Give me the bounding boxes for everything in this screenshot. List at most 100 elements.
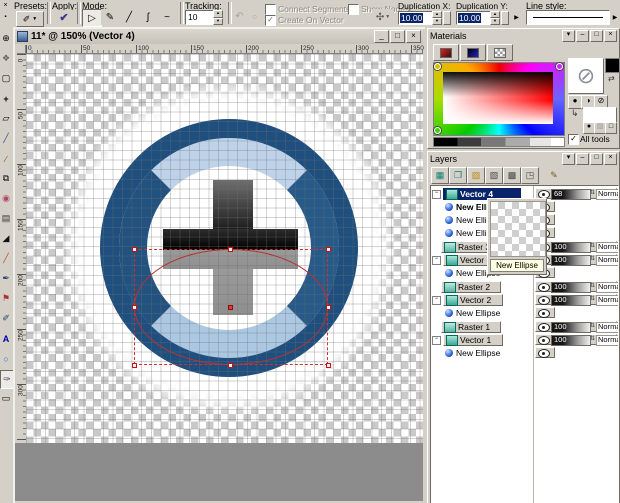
edit-selection-button[interactable]: ✎ xyxy=(545,167,563,184)
tool-preset-shapes[interactable]: ○ xyxy=(0,350,12,367)
transform-nodes-button[interactable]: ✣ ▼ xyxy=(372,9,394,25)
visibility-eye-icon[interactable] xyxy=(538,283,550,292)
pin-icon[interactable]: ▾ xyxy=(562,152,575,165)
layers-titlebar[interactable]: Layers ▾ – □ × xyxy=(428,152,619,165)
opacity-slider[interactable]: 100 xyxy=(551,295,591,306)
grayscale-strip[interactable] xyxy=(433,137,565,147)
swap-colors-icon[interactable]: ⇄ xyxy=(608,74,615,83)
spin-down-icon[interactable]: ▼ xyxy=(432,18,442,25)
collapse-expander-icon[interactable]: − xyxy=(432,189,441,199)
mode-line-button[interactable]: ╱ xyxy=(120,9,138,25)
visibility-eye-icon[interactable] xyxy=(538,309,550,318)
layer-row-new-ellipse[interactable]: New Ellipse xyxy=(431,347,618,359)
tab-swatches[interactable] xyxy=(487,44,513,61)
opacity-slider[interactable]: 100 xyxy=(551,322,591,333)
tool-zoom[interactable]: ⊕ xyxy=(0,30,12,47)
node-top-right[interactable] xyxy=(326,247,331,252)
materials-titlebar[interactable]: Materials ▾ – □ × xyxy=(428,29,619,42)
tool-object-selector[interactable]: ▭ xyxy=(0,390,12,407)
connect-segments-checkbox[interactable] xyxy=(265,4,276,15)
tab-rainbow[interactable] xyxy=(460,44,486,61)
mode-draw-button[interactable]: ✎ xyxy=(101,9,119,25)
tool-flood-fill[interactable]: ◢ xyxy=(0,230,12,247)
tool-text[interactable]: A xyxy=(0,330,12,347)
new-layer-group-button[interactable]: ▨ xyxy=(467,167,485,184)
visibility-eye-icon[interactable] xyxy=(538,349,550,358)
delete-layer-button[interactable]: ◳ xyxy=(521,167,539,184)
tool-clone-brush[interactable]: ⧉ xyxy=(0,170,12,187)
new-mask-layer-button[interactable]: ▧ xyxy=(485,167,503,184)
create-on-vector-checkbox[interactable]: ✓ xyxy=(265,15,276,26)
mode-edit-button[interactable]: ▷ xyxy=(82,9,102,27)
collapse-expander-icon[interactable]: − xyxy=(432,295,441,305)
canvas-titlebar[interactable]: 11* @ 150% (Vector 4) _ □ × xyxy=(15,29,423,44)
node-mid-right[interactable] xyxy=(326,305,331,310)
visibility-eye-icon[interactable] xyxy=(538,296,550,305)
hue-marker[interactable] xyxy=(434,63,441,70)
toolbar-close-button[interactable]: × xyxy=(1,1,10,10)
visibility-eye-icon[interactable] xyxy=(538,323,550,332)
foreground-null-swatch[interactable]: ⊘ xyxy=(568,58,604,94)
spin-down-icon[interactable]: ▼ xyxy=(490,18,500,25)
blend-mode-dropdown[interactable]: Normal xyxy=(596,322,618,333)
tool-deform[interactable]: ❖ xyxy=(0,50,12,67)
mode-freehand-button[interactable]: ~ xyxy=(158,9,176,25)
canvas-image-area[interactable] xyxy=(26,54,423,443)
duplication-y-extra-button[interactable] xyxy=(501,11,509,25)
spin-up-icon[interactable]: ▲ xyxy=(213,10,223,18)
tracking-spinner[interactable]: ▲ ▼ xyxy=(213,10,223,25)
opacity-slider[interactable]: 68 xyxy=(551,189,591,200)
opacity-slider[interactable]: 100 xyxy=(551,335,591,346)
node-top-left[interactable] xyxy=(132,247,137,252)
line-style-more-icon[interactable]: ▶ xyxy=(611,11,619,24)
blend-mode-dropdown[interactable]: Normal xyxy=(596,255,618,266)
all-tools-checkbox[interactable]: ✓ xyxy=(568,134,579,145)
pin-icon[interactable]: ▾ xyxy=(562,29,575,42)
spinner-icon[interactable]: ⇅ xyxy=(590,255,595,264)
blend-mode-dropdown[interactable]: Normal xyxy=(596,189,618,200)
maximize-button[interactable]: □ xyxy=(590,29,603,42)
node-bottom-center[interactable] xyxy=(228,363,233,368)
tool-move[interactable]: + xyxy=(0,90,12,107)
spin-down-icon[interactable]: ▼ xyxy=(213,17,223,25)
saturation-box[interactable] xyxy=(443,72,553,124)
bg-style-null-button[interactable]: □ xyxy=(605,122,617,134)
duplication-x-extra-button[interactable] xyxy=(443,11,451,25)
show-nodes-checkbox[interactable] xyxy=(348,4,359,15)
tool-picture-tube[interactable]: ▤ xyxy=(0,210,12,227)
mode-curve-button[interactable]: ʃ xyxy=(139,9,157,25)
layer-row-new-ellipse[interactable]: New Ellipse xyxy=(431,307,618,319)
close-button[interactable]: × xyxy=(604,152,617,165)
spinner-icon[interactable]: ⇅ xyxy=(590,282,595,291)
tool-airbrush[interactable]: ✒ xyxy=(0,270,12,287)
maximize-button[interactable]: □ xyxy=(390,30,405,43)
tool-paint-brush[interactable]: ∕ xyxy=(0,150,12,167)
new-adjustment-layer-button[interactable]: ▩ xyxy=(503,167,521,184)
tool-selection[interactable]: ▱ xyxy=(0,110,12,127)
tool-warp-brush[interactable]: ╱ xyxy=(0,250,12,267)
duplication-y-input[interactable]: 10.00 xyxy=(456,11,492,25)
tool-knife[interactable]: ✐ xyxy=(0,310,12,327)
node-bottom-right[interactable] xyxy=(326,363,331,368)
maximize-button[interactable]: □ xyxy=(590,152,603,165)
layer-row-raster2[interactable]: Raster 2 100 ⇅ Normal xyxy=(431,281,618,293)
tool-pen-selected[interactable]: ✑ xyxy=(0,370,14,389)
opacity-slider[interactable]: 100 xyxy=(551,255,591,266)
tab-frame[interactable] xyxy=(433,44,459,61)
node-top-center[interactable] xyxy=(228,247,233,252)
opacity-slider[interactable]: 100 xyxy=(551,242,591,253)
blend-mode-dropdown[interactable]: Normal xyxy=(596,295,618,306)
swap-styles-icon[interactable]: ↳ xyxy=(571,108,579,119)
node-center[interactable] xyxy=(228,305,233,310)
presets-dropdown-button[interactable]: ✐ ▼ xyxy=(16,11,44,27)
blend-mode-dropdown[interactable]: Normal xyxy=(596,335,618,346)
blend-mode-dropdown[interactable]: Normal xyxy=(596,282,618,293)
opacity-slider[interactable]: 100 xyxy=(551,282,591,293)
close-button[interactable]: × xyxy=(406,30,421,43)
collapse-expander-icon[interactable]: − xyxy=(432,255,441,265)
spinner-icon[interactable]: ⇅ xyxy=(590,322,595,331)
tool-crop[interactable]: ▢ xyxy=(0,70,12,87)
node-mid-left[interactable] xyxy=(132,305,137,310)
toolbar-handle[interactable]: ▪ xyxy=(1,12,10,21)
spin-up-icon[interactable]: ▲ xyxy=(432,11,442,18)
